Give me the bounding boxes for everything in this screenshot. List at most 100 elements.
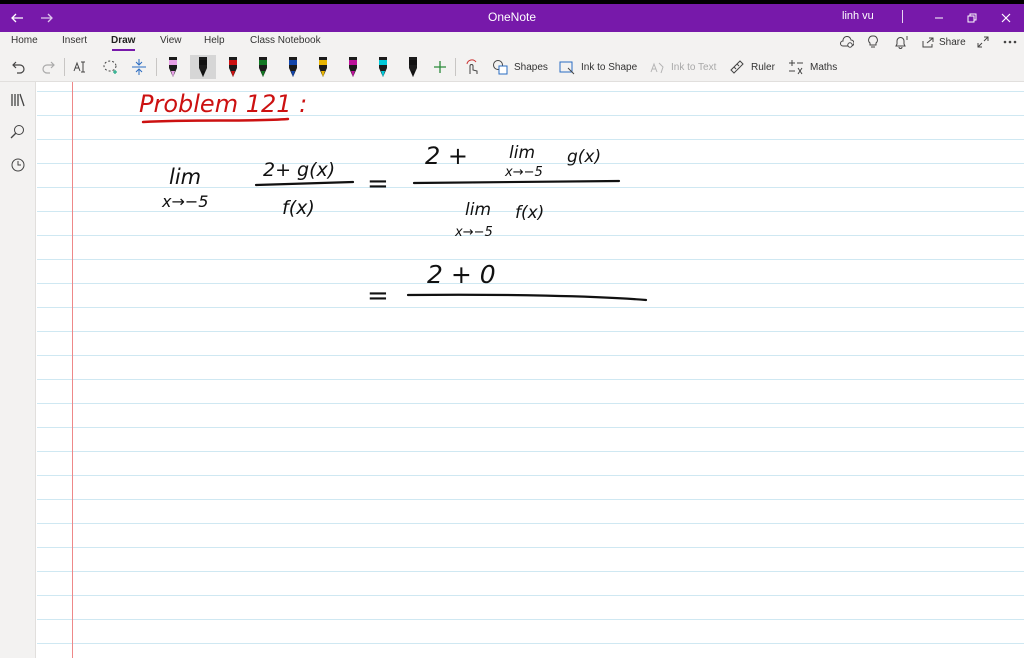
ink-to-text-label: Ink to Text	[671, 61, 717, 73]
tab-insert[interactable]: Insert	[62, 35, 87, 46]
pen-button[interactable]	[160, 55, 186, 79]
ink-to-shape-icon	[559, 61, 575, 75]
notebooks-button[interactable]	[8, 90, 28, 110]
navigation-sidebar	[0, 82, 36, 658]
ink-to-text-icon	[650, 62, 664, 74]
share-button[interactable]: Share	[921, 32, 966, 52]
bell-icon	[895, 36, 908, 49]
restore-button[interactable]	[963, 4, 981, 32]
pen-icon	[319, 57, 327, 77]
rhs-denominator-lim-label: lim	[465, 200, 491, 220]
pen-button[interactable]	[310, 55, 336, 79]
title-bar-top-strip	[0, 0, 1024, 4]
sync-status-button[interactable]	[840, 32, 854, 52]
tab-draw[interactable]: Draw	[111, 35, 135, 46]
share-icon	[922, 37, 934, 48]
cloud-sync-icon	[840, 36, 854, 48]
pen-icon	[169, 57, 177, 77]
problem-heading: Problem 121 :	[139, 90, 307, 118]
pen-button[interactable]	[220, 55, 246, 79]
expand-icon	[977, 36, 989, 48]
expand-button[interactable]	[977, 32, 989, 52]
restore-icon	[967, 13, 977, 23]
tab-class-notebook[interactable]: Class Notebook	[250, 35, 321, 46]
more-options-button[interactable]	[1003, 32, 1017, 52]
add-space-button[interactable]	[128, 55, 150, 79]
shapes-icon	[493, 60, 508, 75]
ink-to-shape-button[interactable]: Ink to Shape	[559, 55, 637, 79]
pen-button[interactable]	[250, 55, 276, 79]
toolbar-separator	[455, 58, 456, 76]
notifications-button[interactable]	[894, 32, 910, 52]
ruler-button[interactable]: Ruler	[729, 55, 775, 79]
tab-home[interactable]: Home	[11, 35, 38, 46]
tab-view[interactable]: View	[160, 35, 182, 46]
ribbon-tabs: Home Insert Draw View Help Class Noteboo…	[0, 32, 1024, 52]
touch-draw-icon	[466, 59, 478, 74]
notebooks-icon	[11, 93, 25, 107]
ink-to-shape-label: Ink to Shape	[581, 61, 638, 73]
ruler-icon	[730, 60, 744, 74]
fraction-bar	[254, 180, 355, 187]
rhs-limit-subscript: x→−5	[504, 165, 543, 180]
tell-me-button[interactable]	[867, 32, 879, 52]
equals-sign: =	[367, 169, 389, 199]
pen-button[interactable]	[340, 55, 366, 79]
toolbar-separator	[156, 58, 157, 76]
pen-icon	[289, 57, 297, 77]
maths-label: Maths	[810, 61, 838, 73]
add-pen-button[interactable]	[431, 55, 449, 79]
draw-with-touch-button[interactable]	[462, 55, 482, 79]
title-bar: OneNote linh vu	[0, 0, 1024, 32]
rhs-numerator-function: g(x)	[567, 147, 601, 167]
type-text-button[interactable]	[70, 55, 92, 79]
lim-label: lim	[169, 165, 201, 189]
second-line-numerator: 2 + 0	[427, 260, 496, 289]
heading-underline	[141, 117, 290, 124]
maths-button[interactable]: Maths	[788, 55, 837, 79]
active-tab-indicator	[112, 49, 135, 51]
undo-button[interactable]	[9, 55, 29, 79]
limit-subscript: x→−5	[161, 192, 208, 211]
fraction-numerator: 2+ g(x)	[263, 159, 335, 181]
more-icon	[1003, 40, 1017, 44]
lightbulb-icon	[868, 35, 878, 48]
pen-icon	[229, 57, 237, 77]
pen-button[interactable]	[400, 55, 426, 79]
tab-help[interactable]: Help	[204, 35, 225, 46]
search-button[interactable]	[8, 122, 28, 142]
title-separator	[902, 10, 903, 23]
search-icon	[10, 125, 24, 139]
pen-button[interactable]	[190, 55, 216, 79]
close-button[interactable]	[997, 4, 1015, 32]
pen-icon	[409, 57, 417, 77]
rhs-numerator-constant: 2 +	[425, 142, 468, 170]
plus-icon	[434, 61, 446, 73]
pen-button[interactable]	[280, 55, 306, 79]
close-icon	[1001, 13, 1011, 23]
note-canvas[interactable]: Problem 121 : lim x→−5 2+ g(x) f(x) = 2 …	[37, 82, 1024, 658]
lasso-select-button[interactable]	[100, 55, 122, 79]
redo-icon	[42, 61, 55, 74]
pen-icon	[349, 57, 357, 77]
second-fraction-bar	[406, 293, 648, 302]
lasso-icon	[103, 60, 117, 74]
rhs-fraction-bar	[412, 179, 621, 185]
recent-notes-button[interactable]	[8, 155, 28, 175]
pen-icon	[199, 57, 207, 77]
maths-icon	[789, 60, 803, 75]
shapes-label: Shapes	[514, 61, 548, 73]
clock-icon	[11, 158, 25, 172]
pen-button[interactable]	[370, 55, 396, 79]
minimize-button[interactable]	[930, 4, 948, 32]
redo-button[interactable]	[38, 55, 58, 79]
ink-to-text-button: Ink to Text	[649, 55, 716, 79]
rhs-denominator-limit-subscript: x→−5	[454, 225, 493, 240]
rhs-denominator-function: f(x)	[515, 203, 544, 223]
rhs-lim-label: lim	[509, 143, 535, 163]
undo-icon	[12, 61, 25, 74]
shapes-button[interactable]: Shapes	[492, 55, 548, 79]
user-name[interactable]: linh vu	[842, 10, 874, 22]
ruler-label: Ruler	[751, 61, 775, 73]
minimize-icon	[935, 17, 943, 19]
